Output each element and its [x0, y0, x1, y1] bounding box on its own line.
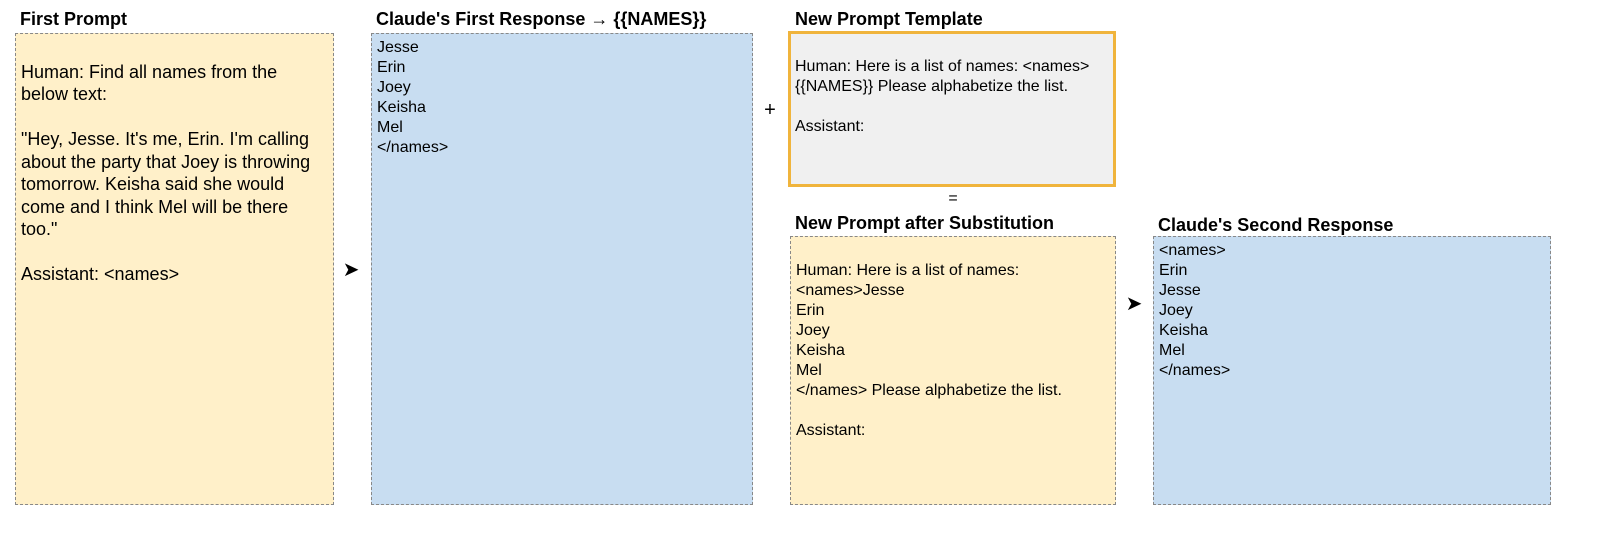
- template-title: New Prompt Template: [795, 9, 983, 29]
- plus-icon: +: [764, 99, 776, 121]
- first-response-box: Jesse Erin Joey Keisha Mel </names>: [371, 33, 753, 505]
- equals-icon: =: [948, 190, 958, 207]
- first-response-title: Claude's First Response → {{NAMES}}: [376, 9, 707, 29]
- first-prompt-title: First Prompt: [20, 9, 128, 29]
- second-response-title: Claude's Second Response: [1158, 215, 1394, 235]
- first-prompt-box: Human: Find all names from the below tex…: [15, 33, 334, 505]
- template-box: Human: Here is a list of names: <names>{…: [788, 31, 1116, 187]
- second-response-box: <names> Erin Jesse Joey Keisha Mel </nam…: [1153, 236, 1551, 505]
- substituted-title: New Prompt after Substitution: [795, 213, 1055, 233]
- substituted-box: Human: Here is a list of names: <names>J…: [790, 236, 1116, 505]
- arrow-right-icon: ➤: [1125, 293, 1143, 315]
- arrow-right-icon: ➤: [342, 259, 360, 281]
